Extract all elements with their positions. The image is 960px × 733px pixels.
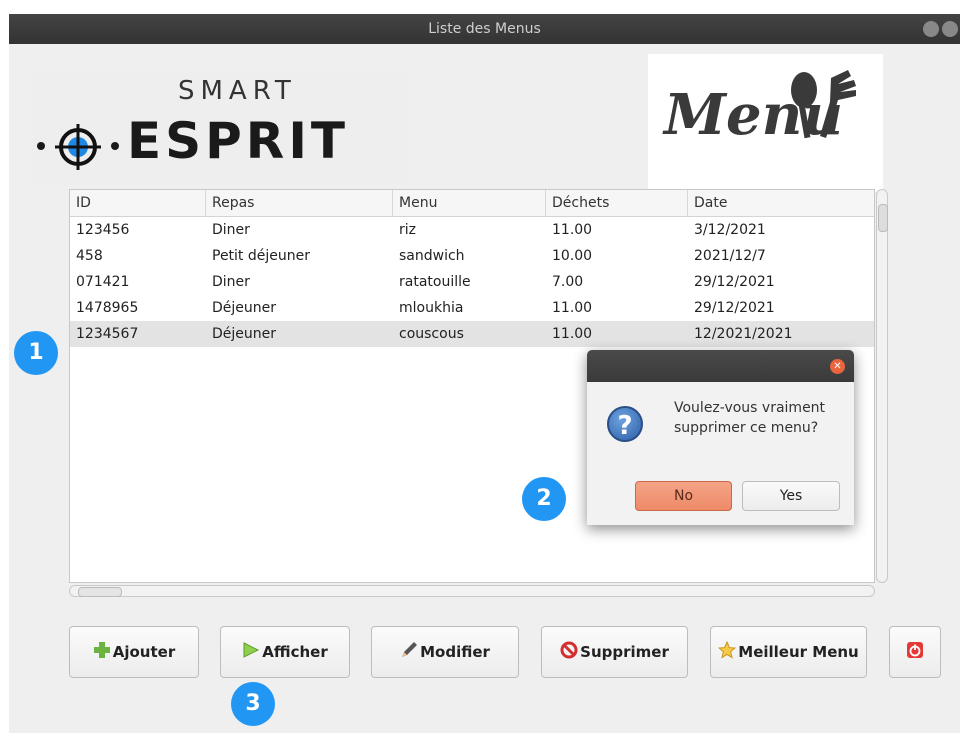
afficher-label: Afficher bbox=[262, 643, 328, 661]
vertical-scrollbar[interactable] bbox=[876, 189, 888, 583]
modifier-button[interactable]: Modifier bbox=[371, 626, 519, 678]
cell-repas: Diner bbox=[212, 274, 250, 290]
target-icon bbox=[55, 124, 101, 170]
power-icon bbox=[906, 641, 924, 663]
table-row-selected[interactable]: 1234567 Déjeuner couscous 11.00 12/2021/… bbox=[70, 321, 874, 347]
plus-icon bbox=[93, 641, 111, 663]
meilleur-menu-button[interactable]: Meilleur Menu bbox=[710, 626, 867, 678]
table-row[interactable]: 123456 Diner riz 11.00 3/12/2021 bbox=[70, 217, 874, 243]
column-header-id[interactable]: ID bbox=[70, 190, 206, 216]
column-header-menu[interactable]: Menu bbox=[393, 190, 546, 216]
logo-dot bbox=[37, 142, 45, 150]
ajouter-label: Ajouter bbox=[112, 643, 176, 661]
play-icon bbox=[242, 642, 260, 662]
dialog-message: Voulez-vous vraiment supprimer ce menu? bbox=[674, 400, 826, 436]
no-button[interactable]: No bbox=[635, 481, 732, 511]
cell-menu: ratatouille bbox=[399, 274, 471, 290]
title-bar: Liste des Menus bbox=[9, 14, 960, 44]
step-badge-2: 2 bbox=[522, 477, 566, 521]
yes-button[interactable]: Yes bbox=[742, 481, 840, 511]
pencil-icon bbox=[400, 641, 418, 663]
close-window-icon[interactable] bbox=[942, 21, 958, 37]
window-title: Liste des Menus bbox=[428, 21, 541, 37]
smart-esprit-logo: SMART ESPRIT bbox=[31, 72, 406, 184]
menu-logo: Menu bbox=[648, 54, 883, 192]
cell-dechets: 7.00 bbox=[552, 274, 584, 290]
table-row[interactable]: 458 Petit déjeuner sandwich 10.00 2021/1… bbox=[70, 243, 874, 269]
column-header-repas[interactable]: Repas bbox=[206, 190, 393, 216]
cell-dechets: 11.00 bbox=[552, 326, 593, 342]
cell-date: 3/12/2021 bbox=[694, 222, 766, 238]
spoon-fork-icon bbox=[791, 70, 856, 139]
cell-repas: Diner bbox=[212, 222, 250, 238]
cell-date: 12/2021/2021 bbox=[694, 326, 793, 342]
step-badge-3: 3 bbox=[231, 682, 275, 726]
power-button[interactable] bbox=[889, 626, 941, 678]
cell-dechets: 11.00 bbox=[552, 222, 593, 238]
cell-id: 071421 bbox=[76, 274, 130, 290]
dialog-title-bar: ✕ bbox=[587, 350, 854, 382]
meilleur-menu-label: Meilleur Menu bbox=[738, 643, 859, 661]
cell-menu: riz bbox=[399, 222, 416, 238]
cell-dechets: 11.00 bbox=[552, 300, 593, 316]
horizontal-scroll-thumb[interactable] bbox=[78, 587, 122, 597]
ajouter-button[interactable]: Ajouter bbox=[69, 626, 199, 678]
cell-id: 458 bbox=[76, 248, 103, 264]
cell-menu: mloukhia bbox=[399, 300, 464, 316]
cell-date: 2021/12/7 bbox=[694, 248, 766, 264]
question-icon: ? bbox=[607, 406, 643, 442]
table-header: ID Repas Menu Déchets Date bbox=[70, 190, 874, 217]
cell-menu: sandwich bbox=[399, 248, 465, 264]
cell-repas: Petit déjeuner bbox=[212, 248, 310, 264]
cell-id: 1234567 bbox=[76, 326, 139, 342]
cell-id: 1478965 bbox=[76, 300, 139, 316]
supprimer-button[interactable]: Supprimer bbox=[541, 626, 688, 678]
confirm-dialog: ✕ ? Voulez-vous vraiment supprimer ce me… bbox=[587, 350, 854, 525]
cell-id: 123456 bbox=[76, 222, 130, 238]
minimize-icon[interactable] bbox=[923, 21, 939, 37]
cell-date: 29/12/2021 bbox=[694, 300, 775, 316]
forbidden-icon bbox=[560, 641, 578, 663]
supprimer-label: Supprimer bbox=[580, 643, 669, 661]
column-header-date[interactable]: Date bbox=[688, 190, 874, 216]
horizontal-scrollbar[interactable] bbox=[69, 585, 875, 597]
cell-repas: Déjeuner bbox=[212, 326, 277, 342]
column-header-dechets[interactable]: Déchets bbox=[546, 190, 688, 216]
cell-dechets: 10.00 bbox=[552, 248, 593, 264]
table-row[interactable]: 1478965 Déjeuner mloukhia 11.00 29/12/20… bbox=[70, 295, 874, 321]
dialog-close-icon[interactable]: ✕ bbox=[830, 359, 845, 374]
logo-esprit-text: ESPRIT bbox=[127, 112, 350, 170]
logo-dot bbox=[111, 142, 119, 150]
vertical-scroll-thumb[interactable] bbox=[878, 204, 888, 232]
star-icon bbox=[718, 640, 737, 663]
table-row[interactable]: 071421 Diner ratatouille 7.00 29/12/2021 bbox=[70, 269, 874, 295]
cell-date: 29/12/2021 bbox=[694, 274, 775, 290]
logo-smart-text: SMART bbox=[178, 76, 297, 106]
modifier-label: Modifier bbox=[420, 643, 490, 661]
cell-menu: couscous bbox=[399, 326, 464, 342]
afficher-button[interactable]: Afficher bbox=[220, 626, 350, 678]
step-badge-1: 1 bbox=[14, 331, 58, 375]
cell-repas: Déjeuner bbox=[212, 300, 277, 316]
